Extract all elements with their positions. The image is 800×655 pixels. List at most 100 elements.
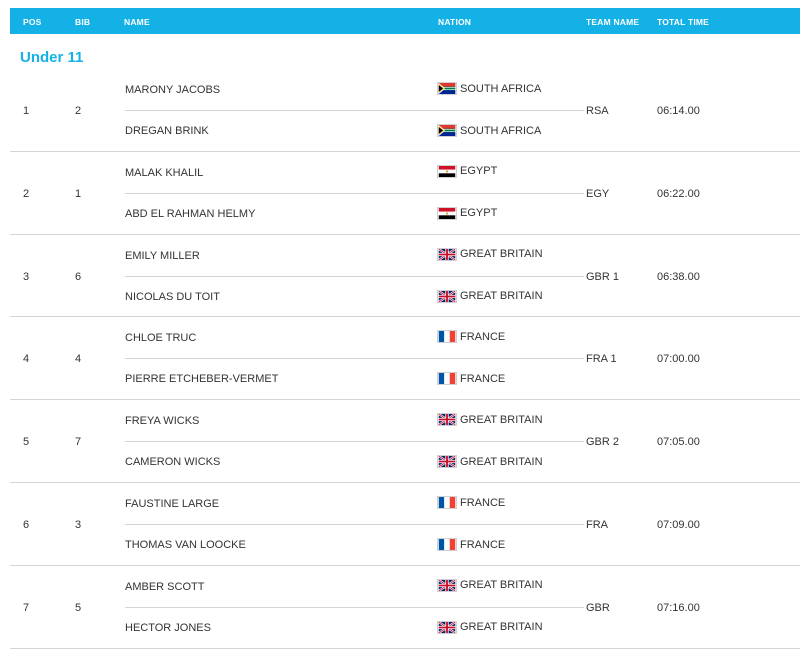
south-africa-flag-icon: [437, 82, 457, 95]
egypt-flag-icon: [437, 164, 457, 178]
athlete-name: NICOLAS DU TOIT: [125, 290, 220, 303]
nation-cell: SOUTH AFRICA: [437, 82, 541, 95]
athlete-name: THOMAS VAN LOOCKE: [125, 539, 246, 551]
nation-label: FRANCE: [460, 372, 506, 385]
position-cell: 1: [23, 105, 30, 117]
nation-label: FRANCE: [460, 330, 506, 343]
athlete-name: AMBER SCOTT: [125, 580, 205, 593]
south-africa-flag-icon: [437, 124, 457, 137]
table-row: 6 3 FAUSTINE LARGE THOMAS VAN LOOCKE FRANCE…: [10, 483, 800, 566]
total-time-cell: 06:38.00: [657, 270, 700, 283]
nation-cell: SOUTH AFRICA: [437, 124, 541, 137]
nation-cell: FRANCE: [437, 496, 505, 509]
team-name-cell: FRA 1: [586, 353, 617, 366]
member-divider: [125, 524, 584, 525]
nation-cell: FRANCE: [437, 538, 505, 551]
member-divider: [125, 275, 584, 277]
athlete-name: HECTOR JONES: [125, 621, 211, 634]
great-britain-flag-icon: [437, 247, 457, 261]
nation-label: EGYPT: [460, 165, 498, 178]
column-header-bib: BIB: [75, 17, 91, 27]
team-name-cell: FRA: [586, 519, 608, 531]
nation-cell: EGYPT: [437, 164, 498, 178]
athlete-name: EMILY MILLER: [125, 249, 200, 262]
bib-cell: 7: [75, 436, 82, 449]
position-cell: 2: [23, 187, 30, 200]
great-britain-flag-icon: [437, 620, 457, 634]
team-name-cell: GBR 1: [586, 270, 620, 283]
total-time-cell: 07:09.00: [657, 519, 700, 531]
table-row: 7 5 AMBER SCOTT HECTOR JONES GREAT BRITAIN …: [10, 566, 800, 649]
nation-label: FRANCE: [460, 496, 506, 509]
member-divider: [125, 110, 584, 111]
nation-label: GREAT BRITAIN: [460, 579, 543, 592]
athlete-name: MARONY JACOBS: [125, 84, 221, 96]
bib-cell: 6: [75, 270, 82, 283]
athlete-name: CAMERON WICKS: [125, 456, 221, 469]
table-row: 2 1 MALAK KHALIL ABD EL RAHMAN HELMY EGYPT …: [10, 152, 800, 235]
athlete-name: ABD EL RAHMAN HELMY: [125, 207, 256, 220]
team-name-cell: EGY: [586, 187, 610, 200]
nation-cell: FRANCE: [437, 372, 506, 386]
nation-cell: GREAT BRITAIN: [437, 620, 543, 634]
total-time-cell: 07:00.00: [657, 353, 700, 366]
column-header-nation: NATION: [438, 17, 472, 27]
france-flag-icon: [437, 538, 457, 551]
member-divider: [125, 441, 584, 443]
nation-label: GREAT BRITAIN: [460, 290, 543, 303]
nation-cell: FRANCE: [437, 330, 506, 344]
table-row: 1 2 MARONY JACOBS DREGAN BRINK SOUTH AFRICA…: [10, 69, 800, 152]
position-cell: 4: [23, 353, 30, 366]
nation-label: EGYPT: [460, 207, 498, 220]
nation-label: SOUTH AFRICA: [460, 82, 542, 95]
great-britain-flag-icon: [437, 578, 457, 592]
nation-cell: GREAT BRITAIN: [437, 413, 543, 427]
great-britain-flag-icon: [437, 289, 457, 303]
member-divider: [125, 192, 584, 194]
athlete-name: DREGAN BRINK: [125, 125, 209, 137]
athlete-name: CHLOE TRUC: [125, 332, 197, 345]
position-cell: 7: [23, 601, 30, 614]
total-time-cell: 06:14.00: [657, 105, 700, 117]
total-time-cell: 06:22.00: [657, 187, 700, 200]
column-header-team-name: TEAM NAME: [586, 17, 640, 27]
france-flag-icon: [437, 372, 457, 386]
bib-cell: 5: [75, 601, 82, 614]
column-header-pos: POS: [23, 17, 42, 27]
member-divider: [125, 358, 584, 360]
bib-cell: 2: [75, 105, 82, 117]
position-cell: 6: [23, 519, 30, 531]
table-row: 5 7 FREYA WICKS CAMERON WICKS GREAT BRITAIN…: [10, 400, 800, 483]
athlete-name: FREYA WICKS: [125, 415, 200, 428]
member-divider: [125, 606, 584, 608]
athlete-name: FAUSTINE LARGE: [125, 498, 220, 510]
total-time-cell: 07:16.00: [657, 601, 700, 614]
category-title: Under 11: [20, 49, 84, 66]
nation-label: FRANCE: [460, 538, 506, 551]
team-name-cell: GBR 2: [586, 436, 620, 449]
nation-cell: GREAT BRITAIN: [437, 247, 543, 261]
egypt-flag-icon: [437, 206, 457, 220]
column-header-name: NAME: [124, 17, 150, 27]
nation-label: GREAT BRITAIN: [460, 413, 543, 426]
position-cell: 3: [23, 270, 30, 283]
team-name-cell: GBR: [586, 601, 610, 614]
france-flag-icon: [437, 330, 457, 344]
france-flag-icon: [437, 496, 457, 509]
nation-label: SOUTH AFRICA: [460, 124, 542, 137]
results-table-header: POS BIB NAME NATION TEAM NAME TOTAL TIME: [10, 8, 800, 34]
column-header-total-time: TOTAL TIME: [657, 17, 710, 27]
nation-cell: GREAT BRITAIN: [437, 578, 543, 592]
nation-label: GREAT BRITAIN: [460, 455, 543, 468]
team-name-cell: RSA: [586, 105, 609, 117]
athlete-name: PIERRE ETCHEBER-VERMET: [125, 373, 279, 386]
bib-cell: 3: [75, 519, 82, 531]
bib-cell: 4: [75, 353, 82, 366]
nation-cell: GREAT BRITAIN: [437, 289, 543, 303]
nation-cell: EGYPT: [437, 206, 498, 220]
table-row: 3 6 EMILY MILLER NICOLAS DU TOIT GREAT BRIT…: [10, 235, 800, 318]
total-time-cell: 07:05.00: [657, 436, 700, 449]
nation-label: GREAT BRITAIN: [460, 248, 543, 261]
nation-cell: GREAT BRITAIN: [437, 455, 543, 469]
great-britain-flag-icon: [437, 455, 457, 469]
